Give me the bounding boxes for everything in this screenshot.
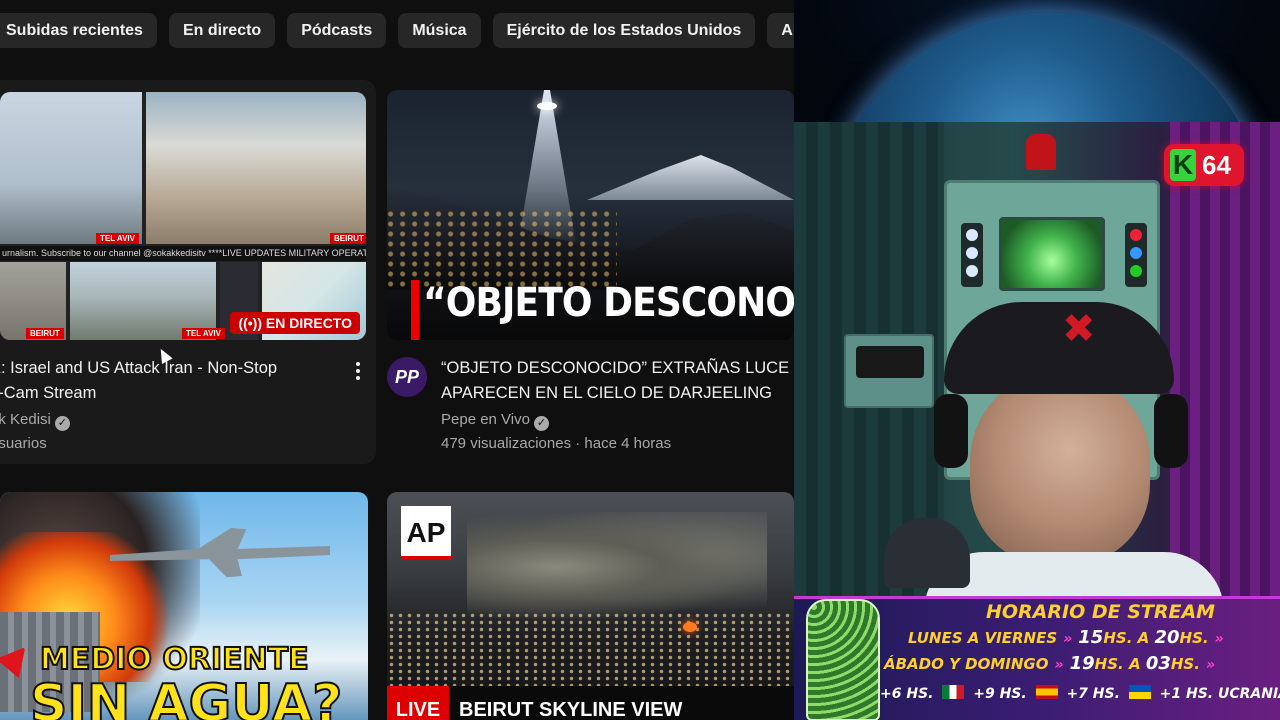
ap-logo: AP — [401, 506, 451, 560]
video-meta-1: usuarios — [0, 435, 47, 452]
video-title-line: “OBJETO DESCONOCIDO” EXTRAÑAS LUCE — [441, 359, 790, 377]
camera-feed-tel-aviv — [0, 92, 142, 244]
kick-viewer-badge: K 64 — [1164, 144, 1244, 186]
mexico-flag-icon — [942, 685, 965, 699]
stream-schedule: HORARIO DE STREAM LUNES A VIERNES» 15HS. … — [794, 596, 1280, 720]
timezone-row: +6 HS. +9 HS. +7 HS. +1 HS. UCRANIA — [880, 685, 1280, 702]
chip-podcasts[interactable]: Pódcasts — [287, 13, 387, 48]
spain-flag-icon — [1035, 685, 1058, 699]
to-label: A — [1137, 629, 1150, 647]
radar-screen — [999, 217, 1105, 291]
kick-logo-icon: K — [1170, 149, 1196, 181]
video-title-line: ti-Cam Stream — [0, 384, 97, 402]
channel-name-text: ak Kedisi — [0, 411, 51, 428]
channel-name-2[interactable]: Pepe en Vivo ✓ — [441, 408, 549, 432]
streamer-face — [970, 374, 1150, 564]
double-chevron-icon: » — [1214, 631, 1224, 647]
ukraine-flag-icon — [1128, 685, 1151, 699]
schedule-from: 19 — [1069, 653, 1095, 674]
timezone-offset: +7 HS. — [1066, 686, 1120, 702]
schedule-days: ÁBADO Y DOMINGO — [884, 655, 1049, 673]
channel-name-text: Pepe en Vivo — [441, 411, 530, 428]
video-thumbnail-3[interactable]: MEDIO ORIENTE SIN AGUA? — [0, 492, 368, 720]
thumbnail-caption: “OBJETO DESCONOCIDO — [423, 280, 794, 326]
caption-red-bar — [411, 280, 419, 340]
live-badge-label: EN DIRECTO — [265, 315, 352, 331]
double-chevron-icon: » — [1054, 657, 1064, 673]
webcam-feed: ✖ — [794, 122, 1280, 598]
schedule-row-weekend: ÁBADO Y DOMINGO» 19HS. A 03HS.» — [884, 653, 1221, 674]
verified-check-icon: ✓ — [533, 416, 549, 431]
schedule-to: 03 — [1145, 653, 1171, 674]
space-background — [794, 0, 1280, 452]
chip-live[interactable]: En directo — [168, 13, 276, 48]
city-tag: BEIRUT — [330, 233, 366, 244]
video-thumbnail-4[interactable]: AP LIVE BEIRUT SKYLINE VIEW — [387, 492, 794, 720]
smoke-plume — [467, 512, 767, 622]
youtube-feed: Subidas recientes En directo Pódcasts Mú… — [0, 0, 794, 720]
news-ticker: urnalism. Subscribe to our channel @soka… — [0, 246, 366, 261]
double-chevron-icon: » — [1205, 657, 1216, 673]
filter-chips: Subidas recientes En directo Pódcasts Mú… — [0, 13, 794, 48]
thumbnail-overlay-text: MEDIO ORIENTE — [39, 641, 310, 678]
video-title-1[interactable]: E: Israel and US Attack Iran - Non-Stop … — [0, 356, 320, 406]
schedule-to: 20 — [1154, 627, 1180, 648]
live-strip: LIVE BEIRUT SKYLINE VIEW — [387, 686, 794, 720]
chip-music[interactable]: Música — [398, 13, 481, 48]
schedule-days: LUNES A VIERNES — [908, 629, 1058, 647]
timezone-offset: +9 HS. — [973, 686, 1027, 702]
headphone-left — [934, 394, 968, 468]
channel-avatar-2[interactable]: PP — [387, 357, 427, 397]
stream-overlay: ✖ K 64 HORARIO DE STREAM LUNES A VIERNES… — [794, 0, 1280, 720]
headphone-right — [1154, 394, 1188, 468]
channel-name-1[interactable]: ak Kedisi✓ — [0, 408, 70, 432]
hours-label: HS. — [1170, 655, 1200, 673]
red-siren-light — [1026, 134, 1056, 170]
ufo-light — [537, 102, 557, 110]
baseball-cap: ✖ — [944, 302, 1174, 394]
live-label: LIVE — [387, 686, 449, 720]
video-title-line: APARECEN EN EL CIELO DE DARJEELING — [441, 384, 773, 402]
chip-us-army[interactable]: Ejército de los Estados Unidos — [492, 13, 756, 48]
thumbnail-overlay-text: SIN AGUA? — [29, 673, 343, 720]
video-card-1[interactable]: TEL AVIV BEIRUT urnalism. Subscribe to o… — [0, 80, 376, 464]
live-broadcast-icon: ((•)) — [238, 315, 266, 331]
hours-label: HS. — [1179, 629, 1209, 647]
live-title: BEIRUT SKYLINE VIEW — [459, 699, 683, 720]
double-chevron-icon: » — [1063, 631, 1073, 647]
city-tag: TEL AVIV — [96, 233, 139, 244]
video-thumbnail-1[interactable]: TEL AVIV BEIRUT urnalism. Subscribe to o… — [0, 92, 366, 340]
to-label: A — [1128, 655, 1141, 673]
city-tag: BEIRUT — [26, 328, 64, 339]
indicator-lights-right — [1125, 223, 1147, 287]
schedule-row-weekdays: LUNES A VIERNES» 15HS. A 20HS.» — [908, 627, 1230, 648]
chip-recent-uploads[interactable]: Subidas recientes — [0, 13, 157, 48]
video-thumbnail-2[interactable]: “OBJETO DESCONOCIDO — [387, 90, 794, 340]
video-meta-2: 479 visualizaciones · hace 4 horas — [441, 435, 672, 452]
video-title-2[interactable]: “OBJETO DESCONOCIDO” EXTRAÑAS LUCE APARE… — [441, 356, 794, 406]
viewer-count: 64 — [1202, 150, 1231, 180]
city-lights — [387, 612, 794, 686]
hours-label: HS. — [1094, 655, 1124, 673]
schedule-title: HORARIO DE STREAM — [986, 601, 1216, 623]
chip-navy[interactable]: Armada — [767, 13, 794, 48]
indicator-lights — [961, 223, 983, 287]
verified-check-icon: ✓ — [54, 416, 70, 431]
camera-feed-beirut — [146, 92, 366, 244]
timezone-offset: +6 HS. — [880, 686, 934, 702]
hours-label: HS. — [1103, 629, 1133, 647]
microphone — [884, 518, 970, 588]
schedule-from: 15 — [1078, 627, 1104, 648]
more-options-icon[interactable] — [354, 362, 362, 382]
snow-peak — [587, 155, 794, 200]
city-tag: TEL AVIV — [182, 328, 225, 339]
cap-logo: ✖ — [1062, 306, 1096, 352]
timezone-offset: +1 HS. UCRANIA — [1159, 686, 1280, 702]
fire-glow — [683, 622, 697, 632]
cactus-mascot — [806, 599, 880, 720]
town-lights — [387, 210, 617, 290]
live-badge: ((•)) EN DIRECTO — [230, 312, 360, 334]
